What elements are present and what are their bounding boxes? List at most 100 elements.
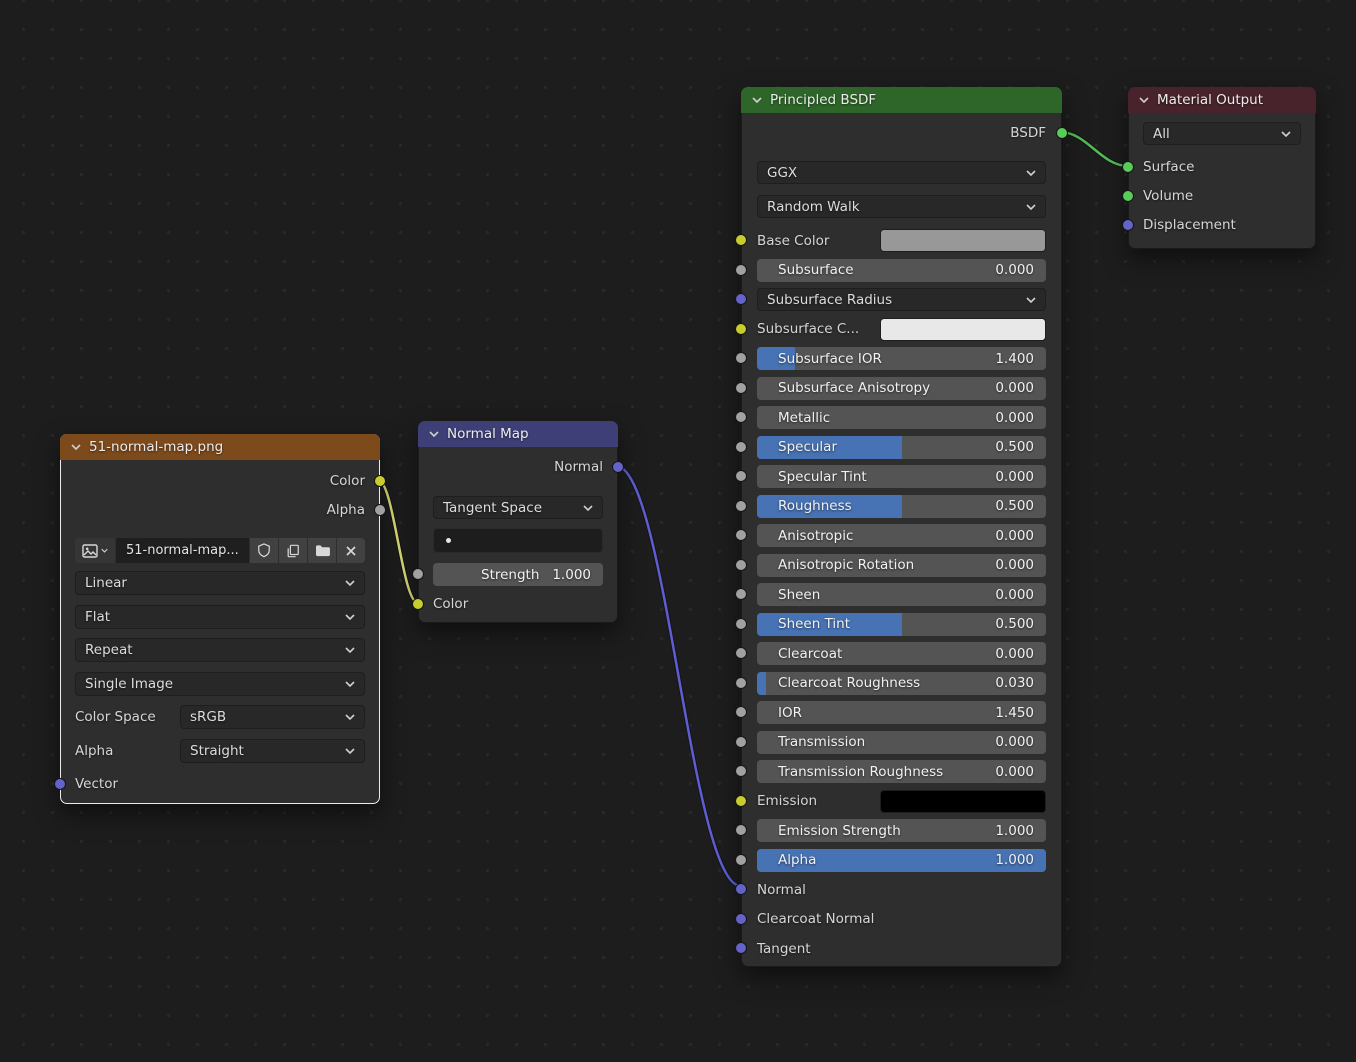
socket-anisotropic-rotation-input[interactable] bbox=[735, 559, 747, 571]
node-principled-bsdf[interactable]: Principled BSDF BSDF GGXRandom WalkBase … bbox=[741, 87, 1062, 967]
ior-slider[interactable]: IOR1.450 bbox=[757, 701, 1046, 724]
node-image-texture-header[interactable]: 51-normal-map.png bbox=[60, 434, 380, 460]
socket-metallic-input[interactable] bbox=[735, 411, 747, 423]
socket-subsurface-c-input[interactable] bbox=[735, 323, 747, 335]
subsurface-ior-slider[interactable]: Subsurface IOR1.400 bbox=[757, 347, 1046, 370]
socket-sheen-tint-input[interactable] bbox=[735, 618, 747, 630]
emission-strength-value: 1.000 bbox=[995, 823, 1034, 839]
specular-tint-slider[interactable]: Specular Tint0.000 bbox=[757, 465, 1046, 488]
transmission-roughness-slider[interactable]: Transmission Roughness0.000 bbox=[757, 760, 1046, 783]
socket-transmission-input[interactable] bbox=[735, 736, 747, 748]
input-displacement-label: Displacement bbox=[1143, 217, 1236, 233]
socket-normal-output[interactable] bbox=[612, 461, 624, 473]
socket-emission-strength-input[interactable] bbox=[735, 824, 747, 836]
socket-subsurface-input[interactable] bbox=[735, 264, 747, 276]
node-image-texture[interactable]: 51-normal-map.png Color Alpha 51-normal- bbox=[60, 434, 380, 804]
clearcoat-slider[interactable]: Clearcoat0.000 bbox=[757, 642, 1046, 665]
node-principled-bsdf-header[interactable]: Principled BSDF bbox=[741, 87, 1062, 113]
transmission-slider[interactable]: Transmission0.000 bbox=[757, 731, 1046, 754]
roughness-slider[interactable]: Roughness0.500 bbox=[757, 495, 1046, 518]
alpha-slider[interactable]: Alpha1.000 bbox=[757, 849, 1046, 872]
socket-clearcoat-normal-input[interactable] bbox=[735, 913, 747, 925]
ggx-select[interactable]: GGX bbox=[757, 161, 1046, 184]
node-material-output-header[interactable]: Material Output bbox=[1128, 87, 1316, 113]
socket-surface-input[interactable] bbox=[1122, 161, 1134, 173]
subsurface-radius-select[interactable]: Subsurface Radius bbox=[757, 288, 1046, 311]
open-file-button[interactable] bbox=[308, 538, 336, 563]
random-walk-select[interactable]: Random Walk bbox=[757, 195, 1046, 218]
image-name-field[interactable]: 51-normal-map... bbox=[116, 538, 249, 563]
socket-specular-tint-input[interactable] bbox=[735, 470, 747, 482]
unlink-button[interactable] bbox=[337, 538, 365, 563]
bsdf-row-subsurface-ior: Subsurface IOR1.400 bbox=[757, 347, 1046, 370]
socket-color-output[interactable] bbox=[374, 475, 386, 487]
interpolation-select[interactable]: Linear bbox=[75, 571, 365, 595]
emission-strength-slider[interactable]: Emission Strength1.000 bbox=[757, 819, 1046, 842]
socket-volume-input[interactable] bbox=[1122, 190, 1134, 202]
socket-base-color-input[interactable] bbox=[735, 234, 747, 246]
socket-alpha-output[interactable] bbox=[374, 504, 386, 516]
socket-color-input[interactable] bbox=[412, 598, 424, 610]
socket-alpha-input[interactable] bbox=[735, 854, 747, 866]
node-editor-canvas[interactable]: 51-normal-map.png Color Alpha 51-normal- bbox=[0, 0, 1356, 1062]
collapse-chevron-icon[interactable] bbox=[1139, 97, 1149, 103]
base-color-swatch[interactable] bbox=[880, 229, 1046, 252]
socket-clearcoat-roughness-input[interactable] bbox=[735, 677, 747, 689]
metallic-value: 0.000 bbox=[995, 410, 1034, 426]
alpha-mode-select[interactable]: Straight bbox=[180, 739, 365, 763]
space-select[interactable]: Tangent Space bbox=[433, 496, 603, 519]
collapse-chevron-icon[interactable] bbox=[752, 97, 762, 103]
emission-swatch[interactable] bbox=[880, 790, 1046, 813]
clearcoat-roughness-slider[interactable]: Clearcoat Roughness0.030 bbox=[757, 672, 1046, 695]
chevron-down-icon bbox=[1281, 131, 1291, 137]
node-material-output[interactable]: Material Output All Surface Volume Displ… bbox=[1128, 87, 1316, 249]
subsurface-c-swatch[interactable] bbox=[880, 318, 1046, 341]
source-select[interactable]: Single Image bbox=[75, 672, 365, 696]
output-row-color: Color bbox=[75, 469, 365, 493]
socket-transmission-roughness-input[interactable] bbox=[735, 765, 747, 777]
shield-icon bbox=[257, 543, 271, 558]
uv-map-field[interactable] bbox=[433, 528, 603, 553]
socket-specular-input[interactable] bbox=[735, 441, 747, 453]
extension-select[interactable]: Repeat bbox=[75, 638, 365, 662]
collapse-chevron-icon[interactable] bbox=[71, 444, 81, 450]
specular-slider[interactable]: Specular0.500 bbox=[757, 436, 1046, 459]
subsurface-slider[interactable]: Subsurface0.000 bbox=[757, 259, 1046, 282]
socket-bsdf-output[interactable] bbox=[1056, 127, 1068, 139]
socket-subsurface-radius-input[interactable] bbox=[735, 293, 747, 305]
socket-sheen-input[interactable] bbox=[735, 588, 747, 600]
image-datablock-row: 51-normal-map... bbox=[75, 538, 365, 563]
fake-user-button[interactable] bbox=[250, 538, 278, 563]
bsdf-row-subsurface-radius: Subsurface Radius bbox=[757, 288, 1046, 311]
socket-vector-input[interactable] bbox=[54, 778, 66, 790]
socket-anisotropic-input[interactable] bbox=[735, 529, 747, 541]
socket-roughness-input[interactable] bbox=[735, 500, 747, 512]
subsurface-anisotropy-slider[interactable]: Subsurface Anisotropy0.000 bbox=[757, 377, 1046, 400]
socket-subsurface-anisotropy-input[interactable] bbox=[735, 382, 747, 394]
target-select[interactable]: All bbox=[1143, 122, 1301, 145]
socket-ior-input[interactable] bbox=[735, 706, 747, 718]
output-alpha-label: Alpha bbox=[327, 502, 365, 518]
socket-clearcoat-input[interactable] bbox=[735, 647, 747, 659]
node-normal-map-header[interactable]: Normal Map bbox=[418, 421, 618, 447]
anisotropic-rotation-slider[interactable]: Anisotropic Rotation0.000 bbox=[757, 554, 1046, 577]
subsurface-radius-value: Subsurface Radius bbox=[767, 292, 892, 308]
bsdf-row-emission: Emission bbox=[757, 790, 1046, 813]
strength-slider[interactable]: Strength 1.000 bbox=[433, 563, 603, 586]
socket-tangent-input[interactable] bbox=[735, 942, 747, 954]
new-copy-button[interactable] bbox=[279, 538, 307, 563]
node-normal-map[interactable]: Normal Map Normal Tangent Space Strength… bbox=[418, 421, 618, 623]
metallic-slider[interactable]: Metallic0.000 bbox=[757, 406, 1046, 429]
sheen-slider[interactable]: Sheen0.000 bbox=[757, 583, 1046, 606]
socket-subsurface-ior-input[interactable] bbox=[735, 352, 747, 364]
socket-emission-input[interactable] bbox=[735, 795, 747, 807]
sheen-tint-slider[interactable]: Sheen Tint0.500 bbox=[757, 613, 1046, 636]
browse-image-button[interactable] bbox=[75, 538, 115, 563]
socket-strength-input[interactable] bbox=[412, 568, 424, 580]
projection-select[interactable]: Flat bbox=[75, 605, 365, 629]
anisotropic-slider[interactable]: Anisotropic0.000 bbox=[757, 524, 1046, 547]
socket-displacement-input[interactable] bbox=[1122, 219, 1134, 231]
collapse-chevron-icon[interactable] bbox=[429, 431, 439, 437]
socket-normal-input[interactable] bbox=[735, 883, 747, 895]
color-space-select[interactable]: sRGB bbox=[180, 705, 365, 729]
